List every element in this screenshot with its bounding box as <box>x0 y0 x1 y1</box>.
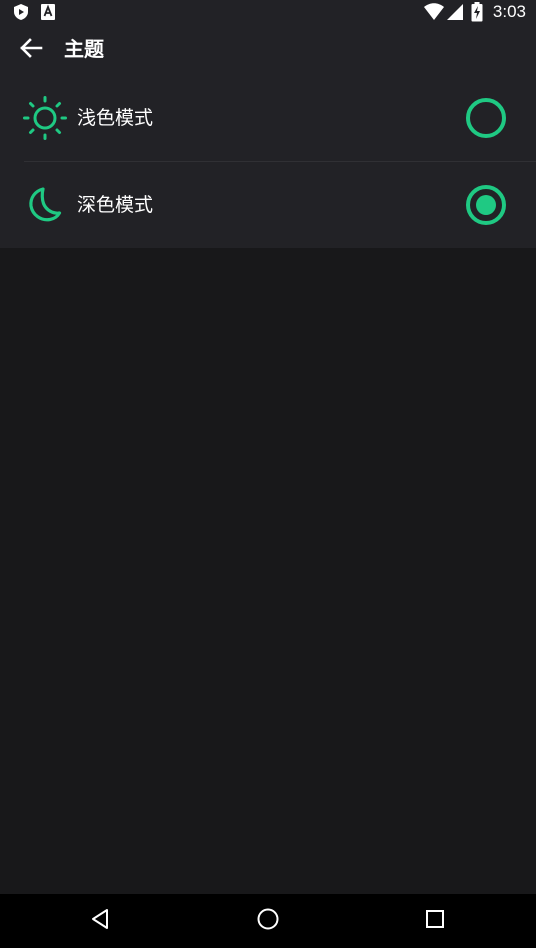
home-circle-icon <box>256 907 280 935</box>
theme-option-light[interactable]: 浅色模式 <box>0 75 536 161</box>
theme-settings-screen: 3:03 主题 浅色模式 深色模式 <box>0 0 536 948</box>
shield-app-icon <box>12 3 30 25</box>
nav-recents-button[interactable] <box>418 904 452 938</box>
app-bar: 主题 <box>0 24 536 75</box>
recents-square-icon <box>425 909 445 933</box>
battery-charging-icon <box>471 2 483 26</box>
page-title: 主题 <box>64 37 104 61</box>
theme-options-list: 浅色模式 深色模式 <box>0 75 536 248</box>
status-time: 3:03 <box>492 2 526 21</box>
theme-option-dark[interactable]: 深色模式 <box>0 162 536 248</box>
theme-option-light-label: 浅色模式 <box>77 107 154 129</box>
moon-icon <box>23 183 67 227</box>
status-bar: 3:03 <box>0 0 536 24</box>
radio-selected-dot <box>476 195 496 215</box>
sun-icon <box>23 96 67 140</box>
nav-home-button[interactable] <box>251 904 285 938</box>
back-button[interactable] <box>14 35 48 65</box>
font-app-icon <box>40 3 56 25</box>
nav-back-button[interactable] <box>84 904 118 938</box>
theme-option-dark-label: 深色模式 <box>77 194 154 216</box>
wifi-icon <box>424 3 444 25</box>
radio-light-unselected[interactable] <box>466 98 506 138</box>
radio-dark-selected[interactable] <box>466 185 506 225</box>
arrow-left-icon <box>19 38 43 62</box>
signal-icon <box>446 3 464 25</box>
back-triangle-icon <box>90 908 112 934</box>
system-nav-bar <box>0 894 536 948</box>
